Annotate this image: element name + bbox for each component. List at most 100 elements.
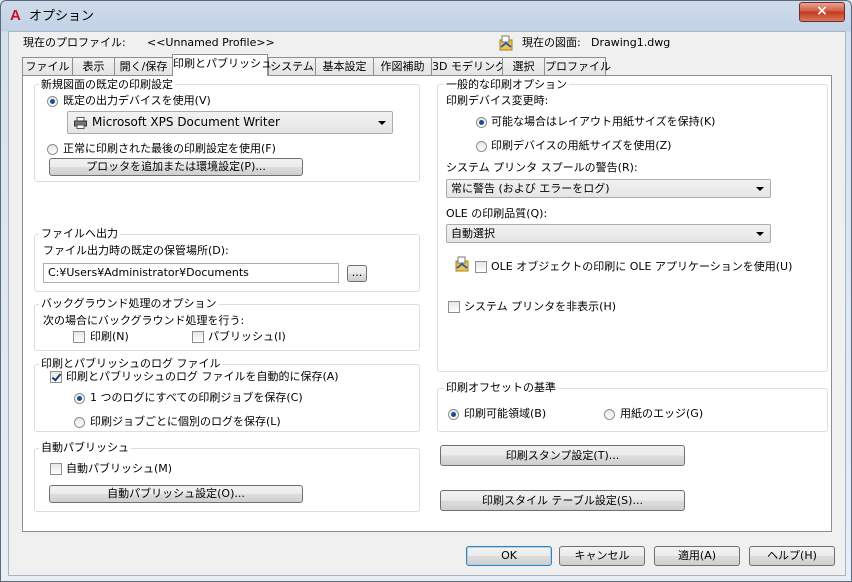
tab-panel-plot-publish: 新規図面の既定の印刷設定 既定の出力デバイスを使用(V) Microsoft X… (22, 75, 832, 532)
auto-save-log-label[interactable]: 印刷とパブリッシュのログ ファイルを自動的に保存(A) (66, 370, 339, 384)
plot-stamp-settings-button[interactable]: 印刷スタンプ設定(T)... (440, 445, 685, 466)
add-plotter-button[interactable]: プロッタを追加または環境設定(P)... (49, 158, 303, 176)
tab-open-save[interactable]: 開く/保存 (114, 57, 173, 75)
tab-label: 作図補助 (380, 60, 425, 73)
tab-label: プロファイル (545, 60, 611, 73)
printable-area-label[interactable]: 印刷可能領域(B) (464, 407, 546, 421)
single-log-radio[interactable] (74, 393, 85, 404)
use-last-settings-radio[interactable] (47, 144, 58, 155)
button-label: ... (351, 266, 363, 279)
dialog-client: 現在のプロファイル: <<Unnamed Profile>> 現在の図面: Dr… (8, 31, 846, 576)
current-profile-label: 現在のプロファイル: (23, 36, 126, 49)
tab-system[interactable]: システム (268, 57, 316, 75)
background-publish-checkbox[interactable] (192, 331, 204, 343)
ok-button[interactable]: OK (466, 546, 552, 566)
chevron-down-icon (756, 231, 764, 236)
auto-publish-checkbox[interactable] (50, 463, 62, 475)
printable-area-radio[interactable] (448, 409, 459, 420)
cancel-button[interactable]: キャンセル (559, 546, 645, 566)
button-label: ヘルプ(H) (767, 549, 817, 562)
auto-save-log-checkbox[interactable] (50, 371, 62, 383)
tab-label: ファイル (25, 60, 70, 73)
file-location-label: ファイル出力時の既定の保管場所(D): (43, 244, 229, 257)
background-plot-checkbox[interactable] (73, 331, 85, 343)
per-job-log-radio[interactable] (74, 417, 85, 428)
tab-label: 基本設定 (322, 60, 367, 73)
ole-app-checkbox[interactable] (475, 261, 487, 273)
spool-alert-label: システム プリンタ スプールの警告(R): (446, 161, 638, 174)
use-last-settings-label[interactable]: 正常に印刷された最後の印刷設定を使用(F) (63, 142, 276, 156)
autocad-logo-icon: A (10, 7, 21, 24)
paper-edge-label[interactable]: 用紙のエッジ(G) (620, 407, 703, 421)
hide-printers-checkbox[interactable] (448, 301, 460, 313)
tab-label: システム (270, 60, 314, 73)
tab-drafting[interactable]: 作図補助 (373, 57, 432, 75)
output-device-value: Microsoft XPS Document Writer (92, 115, 280, 129)
ole-app-label[interactable]: OLE オブジェクトの印刷に OLE アプリケーションを使用(U) (491, 260, 792, 274)
close-icon: × (816, 3, 828, 19)
button-label: キャンセル (574, 549, 630, 562)
tab-plot-publish[interactable]: 印刷とパブリッシュ (172, 54, 272, 76)
current-drawing-label: 現在の図面: (522, 36, 581, 49)
tab-label: 開く/保存 (119, 60, 168, 73)
button-label: 適用(A) (677, 549, 717, 562)
background-publish-label[interactable]: パブリッシュ(I) (208, 330, 286, 344)
help-button[interactable]: ヘルプ(H) (749, 546, 835, 566)
tab-3d-modeling[interactable]: 3D モデリング (431, 57, 506, 75)
current-profile-value: <<Unnamed Profile>> (147, 36, 275, 49)
group-title: 印刷とパブリッシュのログ ファイル (39, 357, 223, 370)
tab-files[interactable]: ファイル (22, 57, 73, 75)
background-plot-label[interactable]: 印刷(N) (90, 330, 129, 344)
background-when-label: 次の場合にバックグラウンド処理を行う: (43, 314, 245, 327)
keep-layout-size-label[interactable]: 可能な場合はレイアウト用紙サイズを保持(K) (491, 115, 715, 129)
drawing-icon (498, 35, 514, 51)
current-drawing-value: Drawing1.dwg (591, 36, 671, 49)
tab-selection[interactable]: 選択 (502, 57, 545, 75)
browse-button[interactable]: ... (347, 265, 367, 282)
button-label: 自動パブリッシュ設定(O)... (107, 487, 245, 500)
ole-quality-label: OLE の印刷品質(Q): (446, 207, 548, 220)
options-dialog: A オプション × 現在のプロファイル: <<Unnamed Profile>>… (0, 0, 852, 582)
button-label: 印刷スタイル テーブル設定(S)... (482, 494, 643, 507)
hide-printers-label[interactable]: システム プリンタを非表示(H) (464, 300, 616, 314)
output-device-select[interactable]: Microsoft XPS Document Writer (67, 111, 393, 134)
button-label: OK (501, 549, 517, 562)
chevron-down-icon (756, 186, 764, 191)
group-title: 一般的な印刷オプション (444, 78, 569, 91)
single-log-label[interactable]: 1 つのログにすべての印刷ジョブを保存(C) (90, 391, 303, 405)
spool-alert-select[interactable]: 常に警告 (および エラーをログ) (446, 179, 771, 198)
auto-publish-label[interactable]: 自動パブリッシュ(M) (66, 462, 172, 476)
window-title: オプション (29, 9, 95, 24)
use-default-device-radio[interactable] (47, 96, 58, 107)
tab-label: 選択 (512, 60, 535, 73)
tab-label: 表示 (82, 60, 105, 73)
use-device-size-label[interactable]: 印刷デバイスの用紙サイズを使用(Z) (491, 139, 671, 153)
spool-alert-value: 常に警告 (および エラーをログ) (451, 182, 610, 195)
group-title: 印刷オフセットの基準 (444, 381, 558, 394)
tab-label: 印刷とパブリッシュ (173, 57, 272, 70)
keep-layout-size-radio[interactable] (476, 117, 487, 128)
plot-style-table-settings-button[interactable]: 印刷スタイル テーブル設定(S)... (440, 490, 685, 511)
file-location-field[interactable]: C:¥Users¥Administrator¥Documents (43, 263, 339, 283)
use-default-device-label[interactable]: 既定の出力デバイスを使用(V) (63, 94, 211, 108)
per-job-log-label[interactable]: 印刷ジョブごとに個別のログを保存(L) (90, 415, 281, 429)
button-label: プロッタを追加または環境設定(P)... (86, 160, 266, 173)
tab-user-preferences[interactable]: 基本設定 (315, 57, 374, 75)
chevron-down-icon (378, 120, 386, 125)
group-title: 自動パブリッシュ (39, 441, 131, 454)
group-title: ファイルへ出力 (39, 227, 120, 240)
file-location-value: C:¥Users¥Administrator¥Documents (48, 266, 249, 279)
paper-edge-radio[interactable] (604, 409, 615, 420)
apply-button[interactable]: 適用(A) (654, 546, 740, 566)
title-bar: A オプション × (1, 1, 851, 31)
tab-display[interactable]: 表示 (72, 57, 115, 75)
ole-quality-value: 自動選択 (451, 227, 495, 240)
auto-publish-settings-button[interactable]: 自動パブリッシュ設定(O)... (49, 485, 303, 503)
group-title: バックグラウンド処理のオプション (39, 297, 219, 310)
ole-quality-select[interactable]: 自動選択 (446, 224, 771, 243)
tab-profiles[interactable]: プロファイル (544, 57, 611, 75)
close-button[interactable]: × (799, 2, 845, 22)
use-device-size-radio[interactable] (476, 141, 487, 152)
ole-icon (454, 256, 470, 272)
group-title: 新規図面の既定の印刷設定 (39, 78, 175, 91)
